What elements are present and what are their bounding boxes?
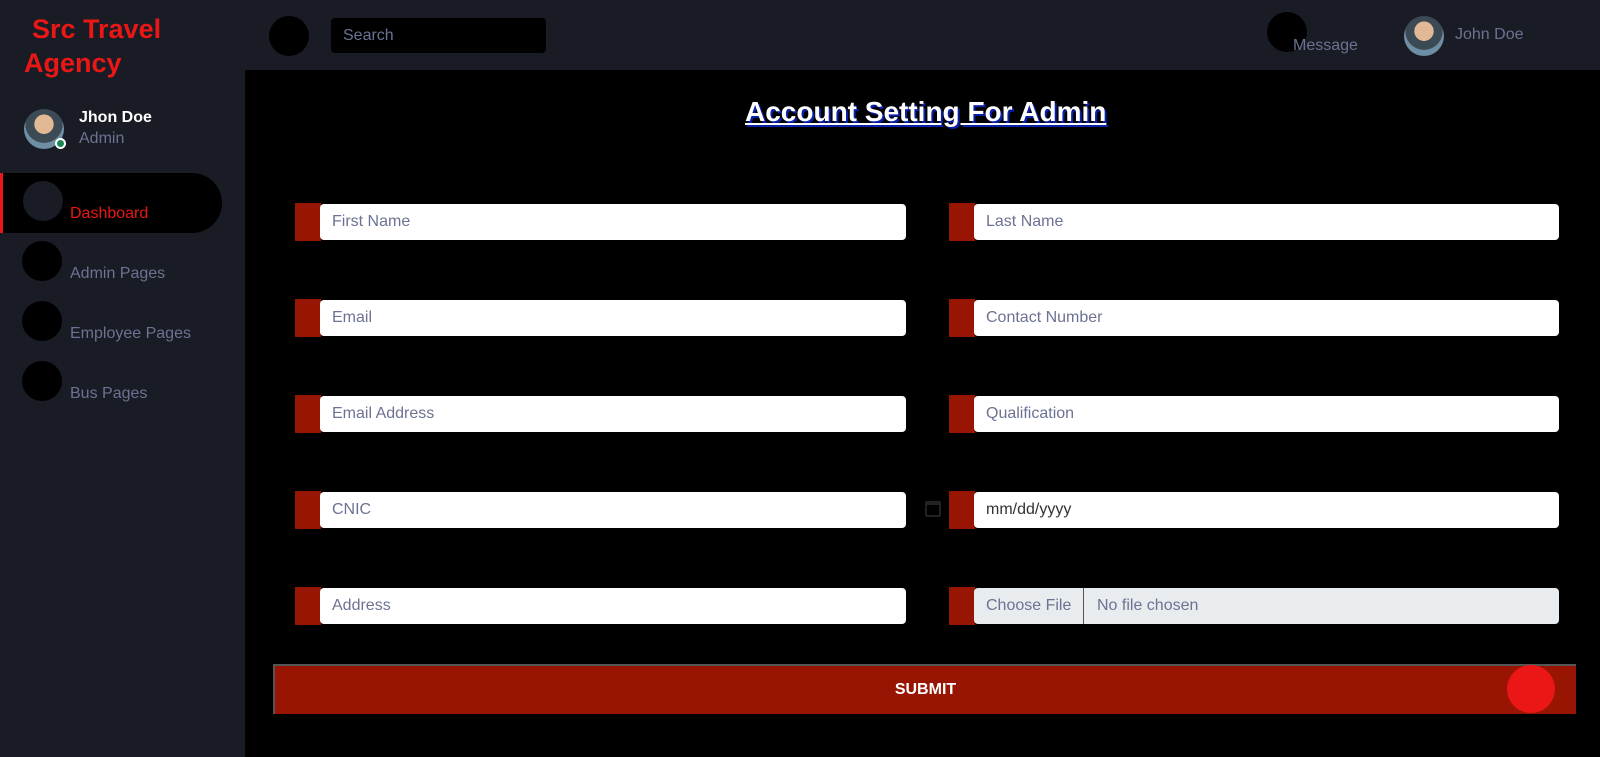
contact-number-input[interactable]: [974, 300, 1559, 336]
sidebar-item-bus-pages[interactable]: Bus Pages: [0, 353, 222, 413]
last-name-input[interactable]: [974, 204, 1559, 240]
address-input[interactable]: [320, 588, 906, 624]
email-input[interactable]: [320, 300, 906, 336]
bus-pages-icon: [22, 361, 62, 401]
dashboard-icon: [23, 181, 63, 221]
field-marker: [295, 491, 321, 529]
field-marker: [949, 395, 975, 433]
field-marker: [949, 299, 975, 337]
field-marker: [295, 587, 321, 625]
sidebar-toggle-icon[interactable]: [269, 16, 309, 56]
topbar: Message John Doe: [245, 0, 1600, 70]
first-name-input[interactable]: [320, 204, 906, 240]
brand-line-2: Agency: [24, 48, 122, 78]
email-address-input[interactable]: [320, 396, 906, 432]
brand-logo[interactable]: Src Travel Agency: [24, 12, 224, 80]
field-marker: [949, 203, 975, 241]
cnic-input[interactable]: [320, 492, 906, 528]
search-input[interactable]: [331, 18, 546, 53]
file-input[interactable]: Choose File No file chosen: [974, 588, 1559, 624]
field-marker: [949, 491, 975, 529]
sidebar-item-label: Bus Pages: [70, 385, 148, 402]
sidebar-item-label: Admin Pages: [70, 265, 166, 282]
field-marker: [295, 299, 321, 337]
sidebar-item-employee-pages[interactable]: Employee Pages: [0, 293, 222, 353]
date-placeholder: mm/dd/yyyy: [986, 501, 1072, 518]
avatar: [24, 109, 66, 149]
admin-pages-icon: [22, 241, 62, 281]
field-marker: [295, 203, 321, 241]
page-title: Account Setting For Admin: [745, 96, 1107, 127]
field-marker: [295, 395, 321, 433]
brand-line-1: Src Travel: [32, 14, 162, 44]
online-status-dot: [55, 138, 66, 149]
sidebar-item-label: Dashboard: [70, 205, 149, 222]
employee-pages-icon: [22, 301, 62, 341]
user-menu-dropdown[interactable]: John Doe: [1455, 26, 1524, 44]
calendar-icon[interactable]: [925, 501, 941, 517]
message-dropdown[interactable]: Message: [1293, 37, 1358, 55]
qualification-input[interactable]: [974, 396, 1559, 432]
submit-button[interactable]: SUBMIT: [273, 664, 1576, 714]
field-marker: [949, 587, 975, 625]
choose-file-button[interactable]: Choose File: [974, 588, 1084, 624]
sidebar-item-admin-pages[interactable]: Admin Pages: [0, 233, 222, 293]
file-status: No file chosen: [1097, 597, 1199, 614]
sidebar: Src Travel Agency Jhon Doe Admin Dashboa…: [0, 0, 245, 757]
sidebar-profile: Jhon Doe Admin: [24, 108, 152, 150]
back-to-top-button[interactable]: [1507, 665, 1555, 713]
sidebar-item-label: Employee Pages: [70, 325, 191, 342]
avatar[interactable]: [1404, 16, 1444, 56]
profile-role: Admin: [79, 130, 125, 147]
profile-name: Jhon Doe: [79, 109, 152, 126]
sidebar-item-dashboard[interactable]: Dashboard: [0, 173, 222, 233]
